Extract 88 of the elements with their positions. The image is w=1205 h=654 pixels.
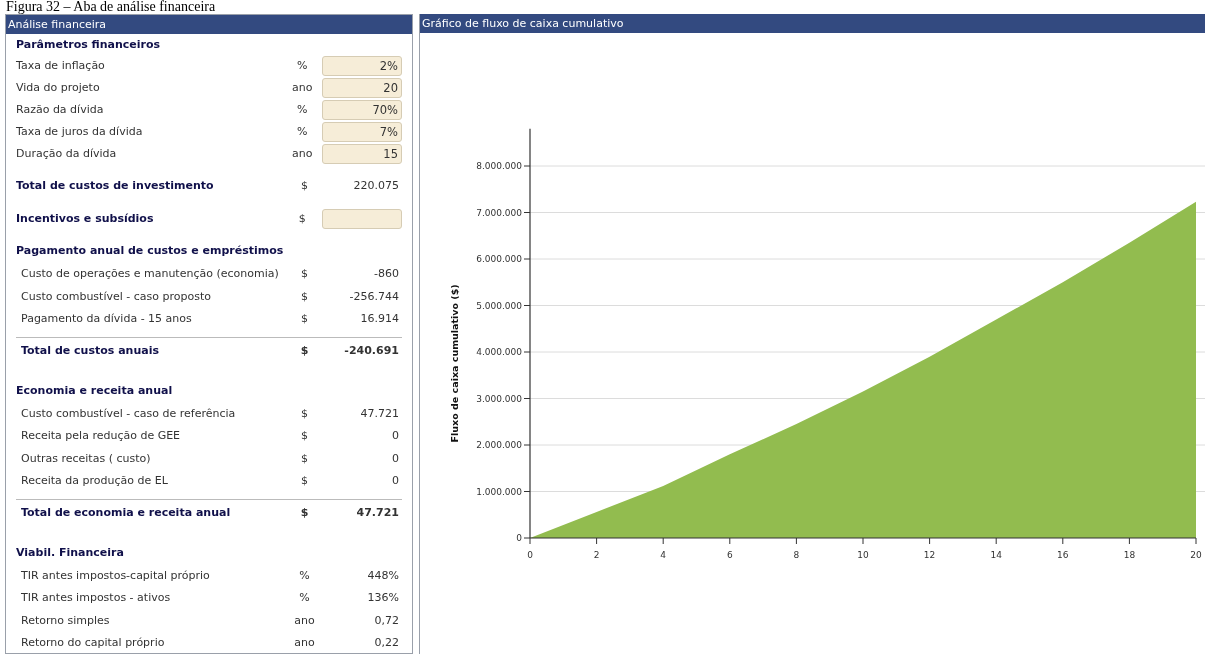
section-heading: Total de custos de investimento bbox=[16, 177, 215, 194]
unit-label: $ bbox=[299, 342, 310, 359]
value-text: 47.721 bbox=[355, 504, 400, 521]
unit-label: ano bbox=[291, 79, 314, 96]
unit-label: $ bbox=[299, 504, 310, 521]
value-text: 136% bbox=[366, 590, 400, 606]
value-text: -240.691 bbox=[343, 342, 400, 359]
section-heading: Total de custos anuais bbox=[21, 342, 160, 359]
tick-label: 16 bbox=[1057, 550, 1069, 560]
unit-label: $ bbox=[297, 210, 307, 227]
section-heading: Total de economia e receita anual bbox=[21, 504, 232, 521]
value-text: 448% bbox=[366, 567, 400, 584]
tick-label: 20 bbox=[1190, 550, 1202, 560]
unit-label: % bbox=[296, 57, 309, 74]
unit-label: $ bbox=[300, 311, 309, 327]
row-label: Custo de operações e manutenção (economia) bbox=[21, 266, 280, 282]
tick-label: 0 bbox=[527, 550, 533, 560]
row-label: Custo combustível - caso de referência bbox=[21, 405, 237, 422]
tick-label: 6 bbox=[726, 550, 733, 560]
value-text: 47.721 bbox=[359, 405, 400, 422]
value-text: 0 bbox=[391, 473, 400, 489]
tick-label: 4.000.000 bbox=[476, 347, 522, 357]
tick-label: 4 bbox=[660, 550, 667, 560]
value-text: 0 bbox=[391, 450, 400, 467]
unit-label: % bbox=[298, 590, 311, 606]
input-field[interactable]: 2% bbox=[322, 56, 402, 76]
value-text: -256.744 bbox=[348, 288, 400, 305]
row-label: Taxa de inflação bbox=[16, 57, 106, 74]
tick-label: 12 bbox=[923, 550, 936, 560]
unit-label: $ bbox=[300, 288, 309, 305]
tick-label: 5.000.000 bbox=[476, 300, 522, 311]
tick-label: 2.000.000 bbox=[476, 440, 522, 450]
tick-label: 10 bbox=[857, 550, 869, 560]
row-label: Custo combustível - caso proposto bbox=[21, 288, 212, 305]
input-field[interactable]: 15 bbox=[322, 144, 402, 164]
value-text: 0,22 bbox=[373, 635, 400, 651]
tick-label: 6.000.000 bbox=[476, 254, 522, 264]
value-text: 220.075 bbox=[352, 177, 400, 194]
unit-label: $ bbox=[300, 177, 309, 194]
row-label: TIR antes impostos-capital próprio bbox=[21, 567, 211, 584]
unit-label: $ bbox=[300, 405, 309, 422]
tick-label: 14 bbox=[990, 550, 1002, 560]
tick-label: 3.000.000 bbox=[476, 393, 522, 404]
input-field[interactable] bbox=[322, 209, 402, 229]
unit-label: $ bbox=[300, 473, 309, 489]
panel-title: Análise financeira bbox=[6, 15, 412, 34]
unit-label: ano bbox=[293, 635, 316, 651]
unit-label: ano bbox=[291, 145, 314, 162]
tick-label: 8.000.000 bbox=[476, 161, 522, 171]
row-label: Duração da dívida bbox=[16, 145, 118, 162]
unit-label: ano bbox=[293, 612, 316, 629]
section-heading: Parâmetros financeiros bbox=[16, 36, 161, 53]
tick-label: 8 bbox=[793, 550, 800, 560]
row-label: Razão da dívida bbox=[16, 101, 105, 118]
panel-title: Gráfico de fluxo de caixa cumulativo bbox=[420, 14, 1205, 33]
section-heading: Viabil. Financeira bbox=[16, 544, 124, 561]
unit-label: $ bbox=[300, 428, 309, 444]
row-label: Vida do projeto bbox=[16, 79, 101, 96]
unit-label: % bbox=[298, 567, 311, 584]
value-text: -860 bbox=[373, 266, 400, 282]
row-label: Receita pela redução de GEE bbox=[21, 428, 182, 444]
value-text: 16.914 bbox=[359, 311, 400, 327]
row-label: Outras receitas ( custo) bbox=[21, 450, 152, 467]
unit-label: % bbox=[296, 123, 309, 140]
row-label: Taxa de juros da dívida bbox=[16, 123, 144, 140]
tick-label: 18 bbox=[1123, 550, 1136, 560]
section-heading: Economia e receita anual bbox=[16, 382, 173, 399]
row-label: TIR antes impostos - ativos bbox=[21, 590, 172, 606]
row-label: Retorno do capital próprio bbox=[21, 635, 166, 651]
figure-caption: Figura 32 – Aba de análise financeira bbox=[5, 0, 217, 14]
row-label: Retorno simples bbox=[21, 612, 111, 629]
row-label: Receita da produção de EL bbox=[21, 473, 169, 489]
tick-label: 7.000.000 bbox=[476, 207, 522, 218]
row-label: Pagamento da dívida - 15 anos bbox=[21, 311, 193, 327]
section-heading: Incentivos e subsídios bbox=[16, 210, 155, 227]
tick-label: 2 bbox=[593, 550, 600, 560]
value-text: 0,72 bbox=[373, 612, 400, 629]
section-heading: Pagamento anual de custos e empréstimos bbox=[16, 243, 284, 260]
input-field[interactable]: 20 bbox=[322, 78, 402, 98]
axis-title: Fluxo de caixa cumulativo ($) bbox=[449, 284, 460, 443]
unit-label: $ bbox=[300, 450, 309, 467]
unit-label: % bbox=[296, 101, 309, 118]
input-field[interactable]: 7% bbox=[322, 122, 402, 142]
input-field[interactable]: 70% bbox=[322, 100, 402, 120]
tick-label: 1.000.000 bbox=[476, 486, 522, 497]
value-text: 0 bbox=[391, 428, 400, 444]
unit-label: $ bbox=[300, 266, 309, 282]
tick-label: 0 bbox=[516, 533, 522, 543]
